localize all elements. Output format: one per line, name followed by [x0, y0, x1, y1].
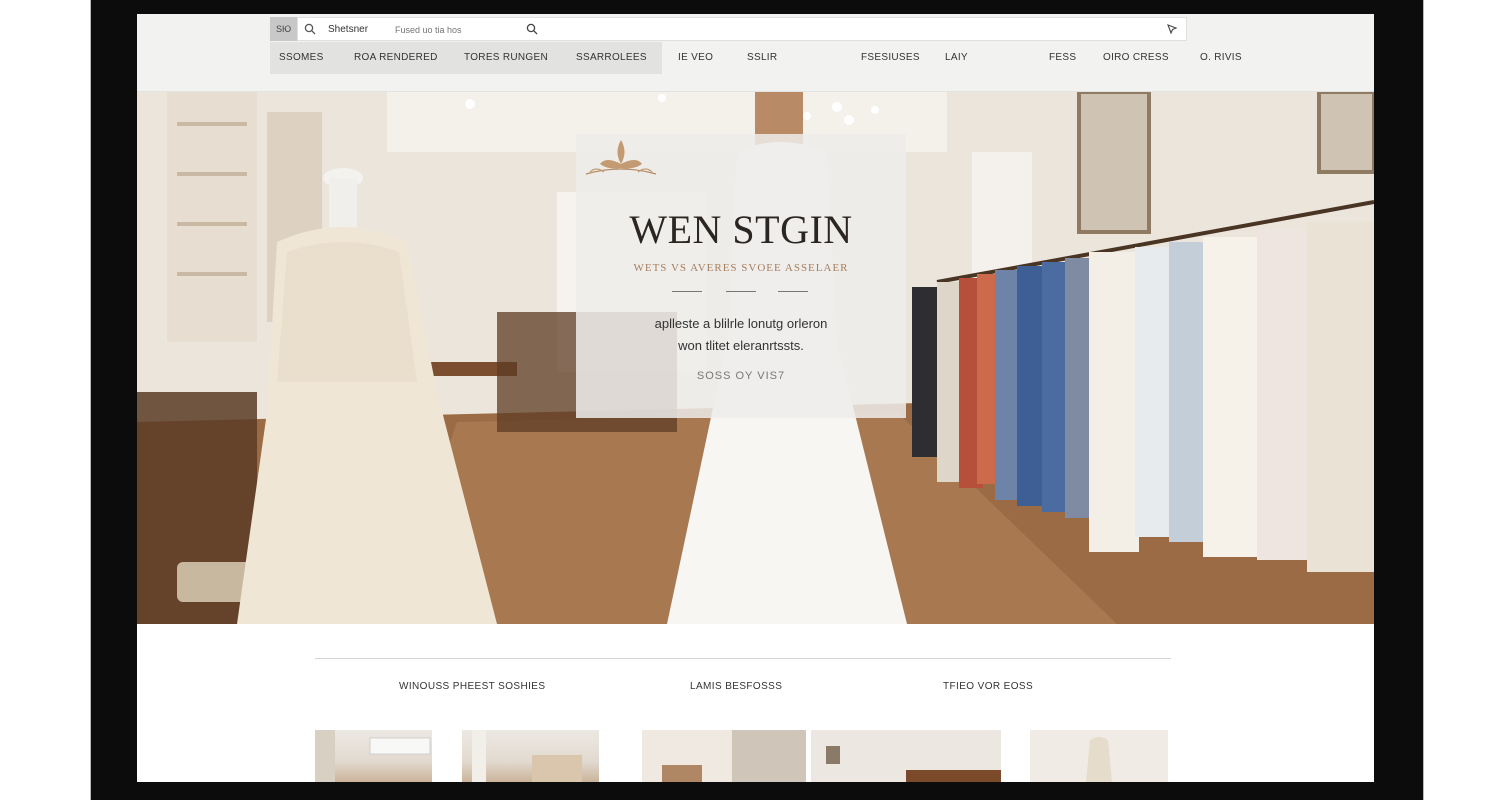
hero-card: WEN STGIN WETS VS AVERES SVOEE ASSELAER … [576, 134, 906, 418]
hero-banner: WEN STGIN WETS VS AVERES SVOEE ASSELAER … [137, 92, 1374, 624]
nav-item-sslir[interactable]: SSLIR [747, 52, 777, 63]
nav-item-ssomes[interactable]: SSOMES [279, 52, 324, 63]
divider-dash [778, 291, 808, 292]
nav-item-ssarrolees[interactable]: SSARROLEES [576, 52, 647, 63]
nav-item-ie-veo[interactable]: IE VEO [678, 52, 713, 63]
crest-icon [585, 140, 657, 175]
divider-dash [672, 291, 702, 292]
nav-item-fsesiuses[interactable]: FSESIUSES [861, 52, 920, 63]
section-divider [315, 658, 1171, 659]
hero-cta-link[interactable]: SOSS OY VIS7 [576, 370, 906, 382]
search-icon[interactable] [526, 23, 538, 35]
section-heading: WINOUSS PHEEST SOSHIES [399, 681, 546, 692]
browser-viewport: SЮ Shetsner SSOMES ROA RENDERED TORES RU… [137, 14, 1374, 782]
site-header: SЮ Shetsner SSOMES ROA RENDERED TORES RU… [137, 14, 1374, 92]
cursor-icon[interactable] [1166, 23, 1178, 35]
nav-item-roa-rendered[interactable]: ROA RENDERED [354, 52, 438, 63]
section-heading: LAMIS BESFOSSS [690, 681, 783, 692]
nav-item-fess[interactable]: FESS [1049, 52, 1076, 63]
hero-subtitle: WETS VS AVERES SVOEE ASSELAER [633, 262, 849, 274]
product-thumbnail[interactable] [315, 730, 432, 782]
product-thumbnail[interactable] [1030, 730, 1168, 782]
hero-description: aplleste a blilrle lonutg orleron won tl… [576, 313, 906, 357]
search-bar[interactable]: Shetsner [297, 17, 1187, 41]
divider-dash [726, 291, 756, 292]
nav-item-o-rivis[interactable]: O. RIVIS [1200, 52, 1242, 63]
nav-item-tores-rungen[interactable]: TORES RUNGEN [464, 52, 548, 63]
hero-description-line: aplleste a blilrle lonutg orleron [654, 316, 828, 331]
search-label: Shetsner [328, 24, 369, 35]
nav-item-oiro-cress[interactable]: OIRO CRESS [1103, 52, 1169, 63]
product-thumbnail[interactable] [642, 730, 806, 782]
search-icon[interactable] [304, 23, 316, 35]
product-thumbnail[interactable] [462, 730, 599, 782]
section-heading: TFIEO VOR EOSS [943, 681, 1034, 692]
search-scope-button[interactable]: SЮ [270, 17, 297, 41]
hero-title: WEN STGIN [629, 207, 853, 252]
search-input[interactable] [393, 20, 637, 40]
nav-item-laiy[interactable]: LAIY [945, 52, 968, 63]
hero-description-line: won tlitet eleranrtssts. [678, 338, 804, 353]
product-thumbnail[interactable] [811, 730, 1001, 782]
